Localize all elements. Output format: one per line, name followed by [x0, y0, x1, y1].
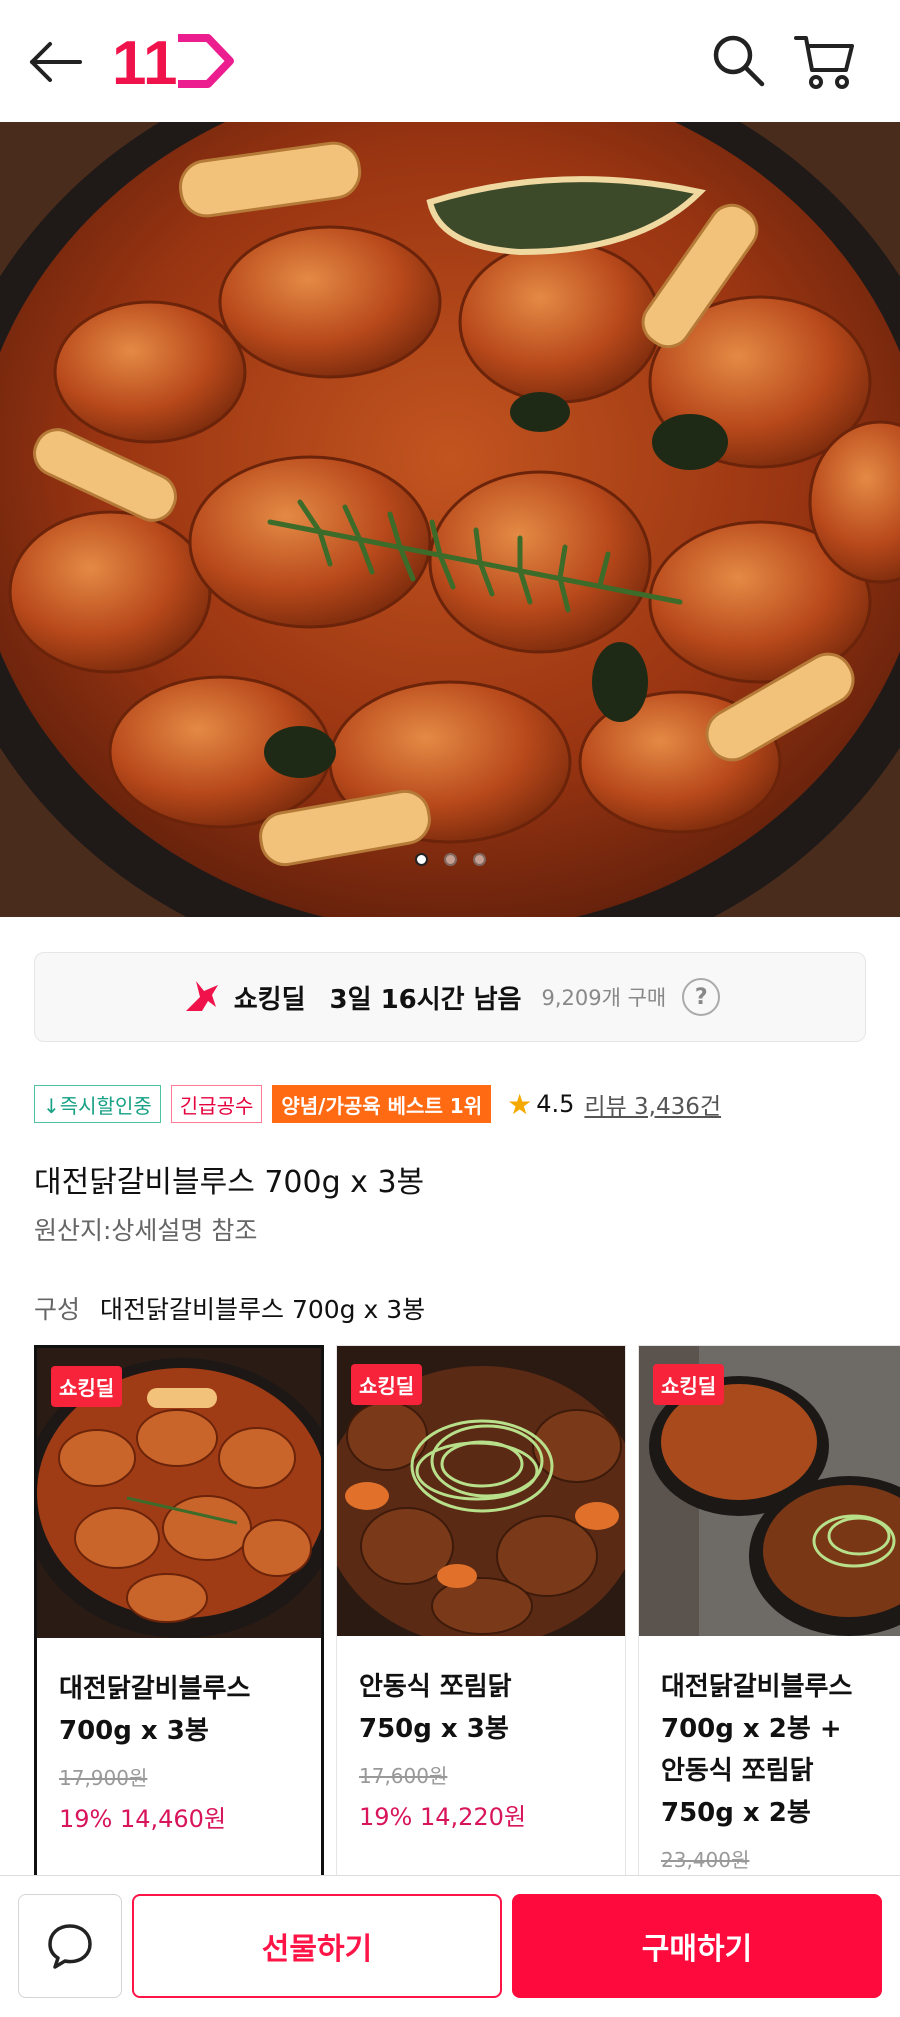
- carousel-dot[interactable]: [472, 853, 486, 866]
- chat-button[interactable]: [18, 1894, 122, 1998]
- product-badges: ↓즉시할인중 긴급공수 양념/가공육 베스트 1위 ★ 4.5 리뷰 3,436…: [34, 1085, 721, 1123]
- back-button[interactable]: [28, 38, 84, 86]
- 11st-logo[interactable]: 11: [112, 29, 236, 98]
- option-name-line: 700g x 2봉 +: [661, 1714, 842, 1744]
- search-button[interactable]: [708, 30, 768, 90]
- option-card[interactable]: 쇼킹딜 대전닭갈비블루스 700g x 3봉 17,900원 19% 14,46…: [34, 1345, 324, 1875]
- search-icon: [713, 35, 765, 87]
- deal-title: 쇼킹딜: [233, 984, 306, 1015]
- bottom-action-bar: 선물하기 구매하기: [0, 1875, 900, 2017]
- sale-price: 19% 14,460원: [59, 1805, 227, 1833]
- composition-value: 대전닭갈비블루스 700g x 3봉: [100, 1295, 426, 1324]
- cart-icon: [794, 36, 854, 89]
- option-name: 안동식 쪼림닭 750g x 3봉: [359, 1666, 609, 1750]
- sale-price: 19% 14,220원: [359, 1803, 527, 1831]
- option-card[interactable]: 쇼킹딜 안동식 쪼림닭 750g x 3봉 17,600원 19% 14,220…: [336, 1345, 626, 1875]
- option-image: 쇼킹딜: [37, 1348, 321, 1638]
- option-name-line: 안동식 쪼림닭: [359, 1672, 512, 1702]
- product-title: 대전닭갈비블루스 700g x 3봉: [34, 1165, 425, 1200]
- logo-text: 11: [112, 30, 178, 92]
- cart-button[interactable]: [792, 30, 856, 94]
- option-name-line: 대전닭갈비블루스: [661, 1672, 853, 1702]
- star-icon: ★: [507, 1087, 533, 1121]
- option-name-line: 안동식 쪼림닭: [661, 1756, 814, 1786]
- option-carousel[interactable]: 쇼킹딜 대전닭갈비블루스 700g x 3봉 17,900원 19% 14,46…: [34, 1345, 900, 1875]
- back-arrow-icon: [30, 42, 82, 82]
- urgent-shipment-badge: 긴급공수: [170, 1085, 263, 1123]
- carousel-dot[interactable]: [414, 853, 428, 866]
- best-seller-badge: 양념/가공육 베스트 1위: [272, 1085, 492, 1123]
- option-image: 쇼킹딜: [337, 1346, 625, 1636]
- instant-discount-badge: ↓즉시할인중: [34, 1085, 161, 1123]
- gift-button[interactable]: 선물하기: [132, 1894, 502, 1998]
- option-name-line: 750g x 2봉: [661, 1798, 811, 1828]
- purchase-count: 9,209개 구매: [541, 986, 667, 1010]
- option-name-line: 700g x 3봉: [59, 1716, 209, 1746]
- original-price: 23,400원: [661, 1848, 750, 1872]
- help-icon[interactable]: ?: [682, 978, 721, 1016]
- shocking-deal-badge: 쇼킹딜: [653, 1364, 725, 1405]
- buy-button[interactable]: 구매하기: [512, 1894, 882, 1998]
- product-hero-image[interactable]: [0, 122, 900, 917]
- rating-score: 4.5: [536, 1090, 575, 1118]
- original-price: 17,600원: [359, 1764, 448, 1788]
- deal-time-left: 3일 16시간 남음: [329, 984, 522, 1015]
- shocking-deal-icon: [185, 981, 218, 1011]
- spicy-chicken-dish-illustration: [0, 122, 900, 917]
- shocking-deal-badge: 쇼킹딜: [51, 1366, 123, 1407]
- option-card[interactable]: 쇼킹딜 대전닭갈비블루스 700g x 2봉 + 안동식 쪼림닭 750g x …: [638, 1345, 900, 1875]
- carousel-indicator: [0, 853, 900, 866]
- option-name-line: 대전닭갈비블루스: [59, 1674, 251, 1704]
- top-app-bar: 11: [0, 0, 900, 122]
- composition-label: 구성: [34, 1295, 81, 1324]
- review-link[interactable]: 리뷰 3,436건: [584, 1087, 721, 1121]
- option-name-line: 750g x 3봉: [359, 1714, 509, 1744]
- chat-bubble-icon: [48, 1924, 92, 1969]
- option-name: 대전닭갈비블루스 700g x 2봉 + 안동식 쪼림닭 750g x 2봉: [661, 1666, 900, 1834]
- carousel-dot[interactable]: [443, 853, 457, 866]
- shocking-deal-badge: 쇼킹딜: [351, 1364, 423, 1405]
- option-name: 대전닭갈비블루스 700g x 3봉: [59, 1668, 309, 1752]
- origin-info: 원산지:상세설명 참조: [34, 1216, 258, 1245]
- composition-row: 구성 대전닭갈비블루스 700g x 3봉: [34, 1290, 425, 1326]
- option-image: 쇼킹딜: [639, 1346, 900, 1636]
- shocking-deal-bar: 쇼킹딜 3일 16시간 남음 9,209개 구매 ?: [34, 952, 866, 1042]
- rating: ★ 4.5 리뷰 3,436건: [507, 1087, 721, 1121]
- original-price: 17,900원: [59, 1766, 148, 1790]
